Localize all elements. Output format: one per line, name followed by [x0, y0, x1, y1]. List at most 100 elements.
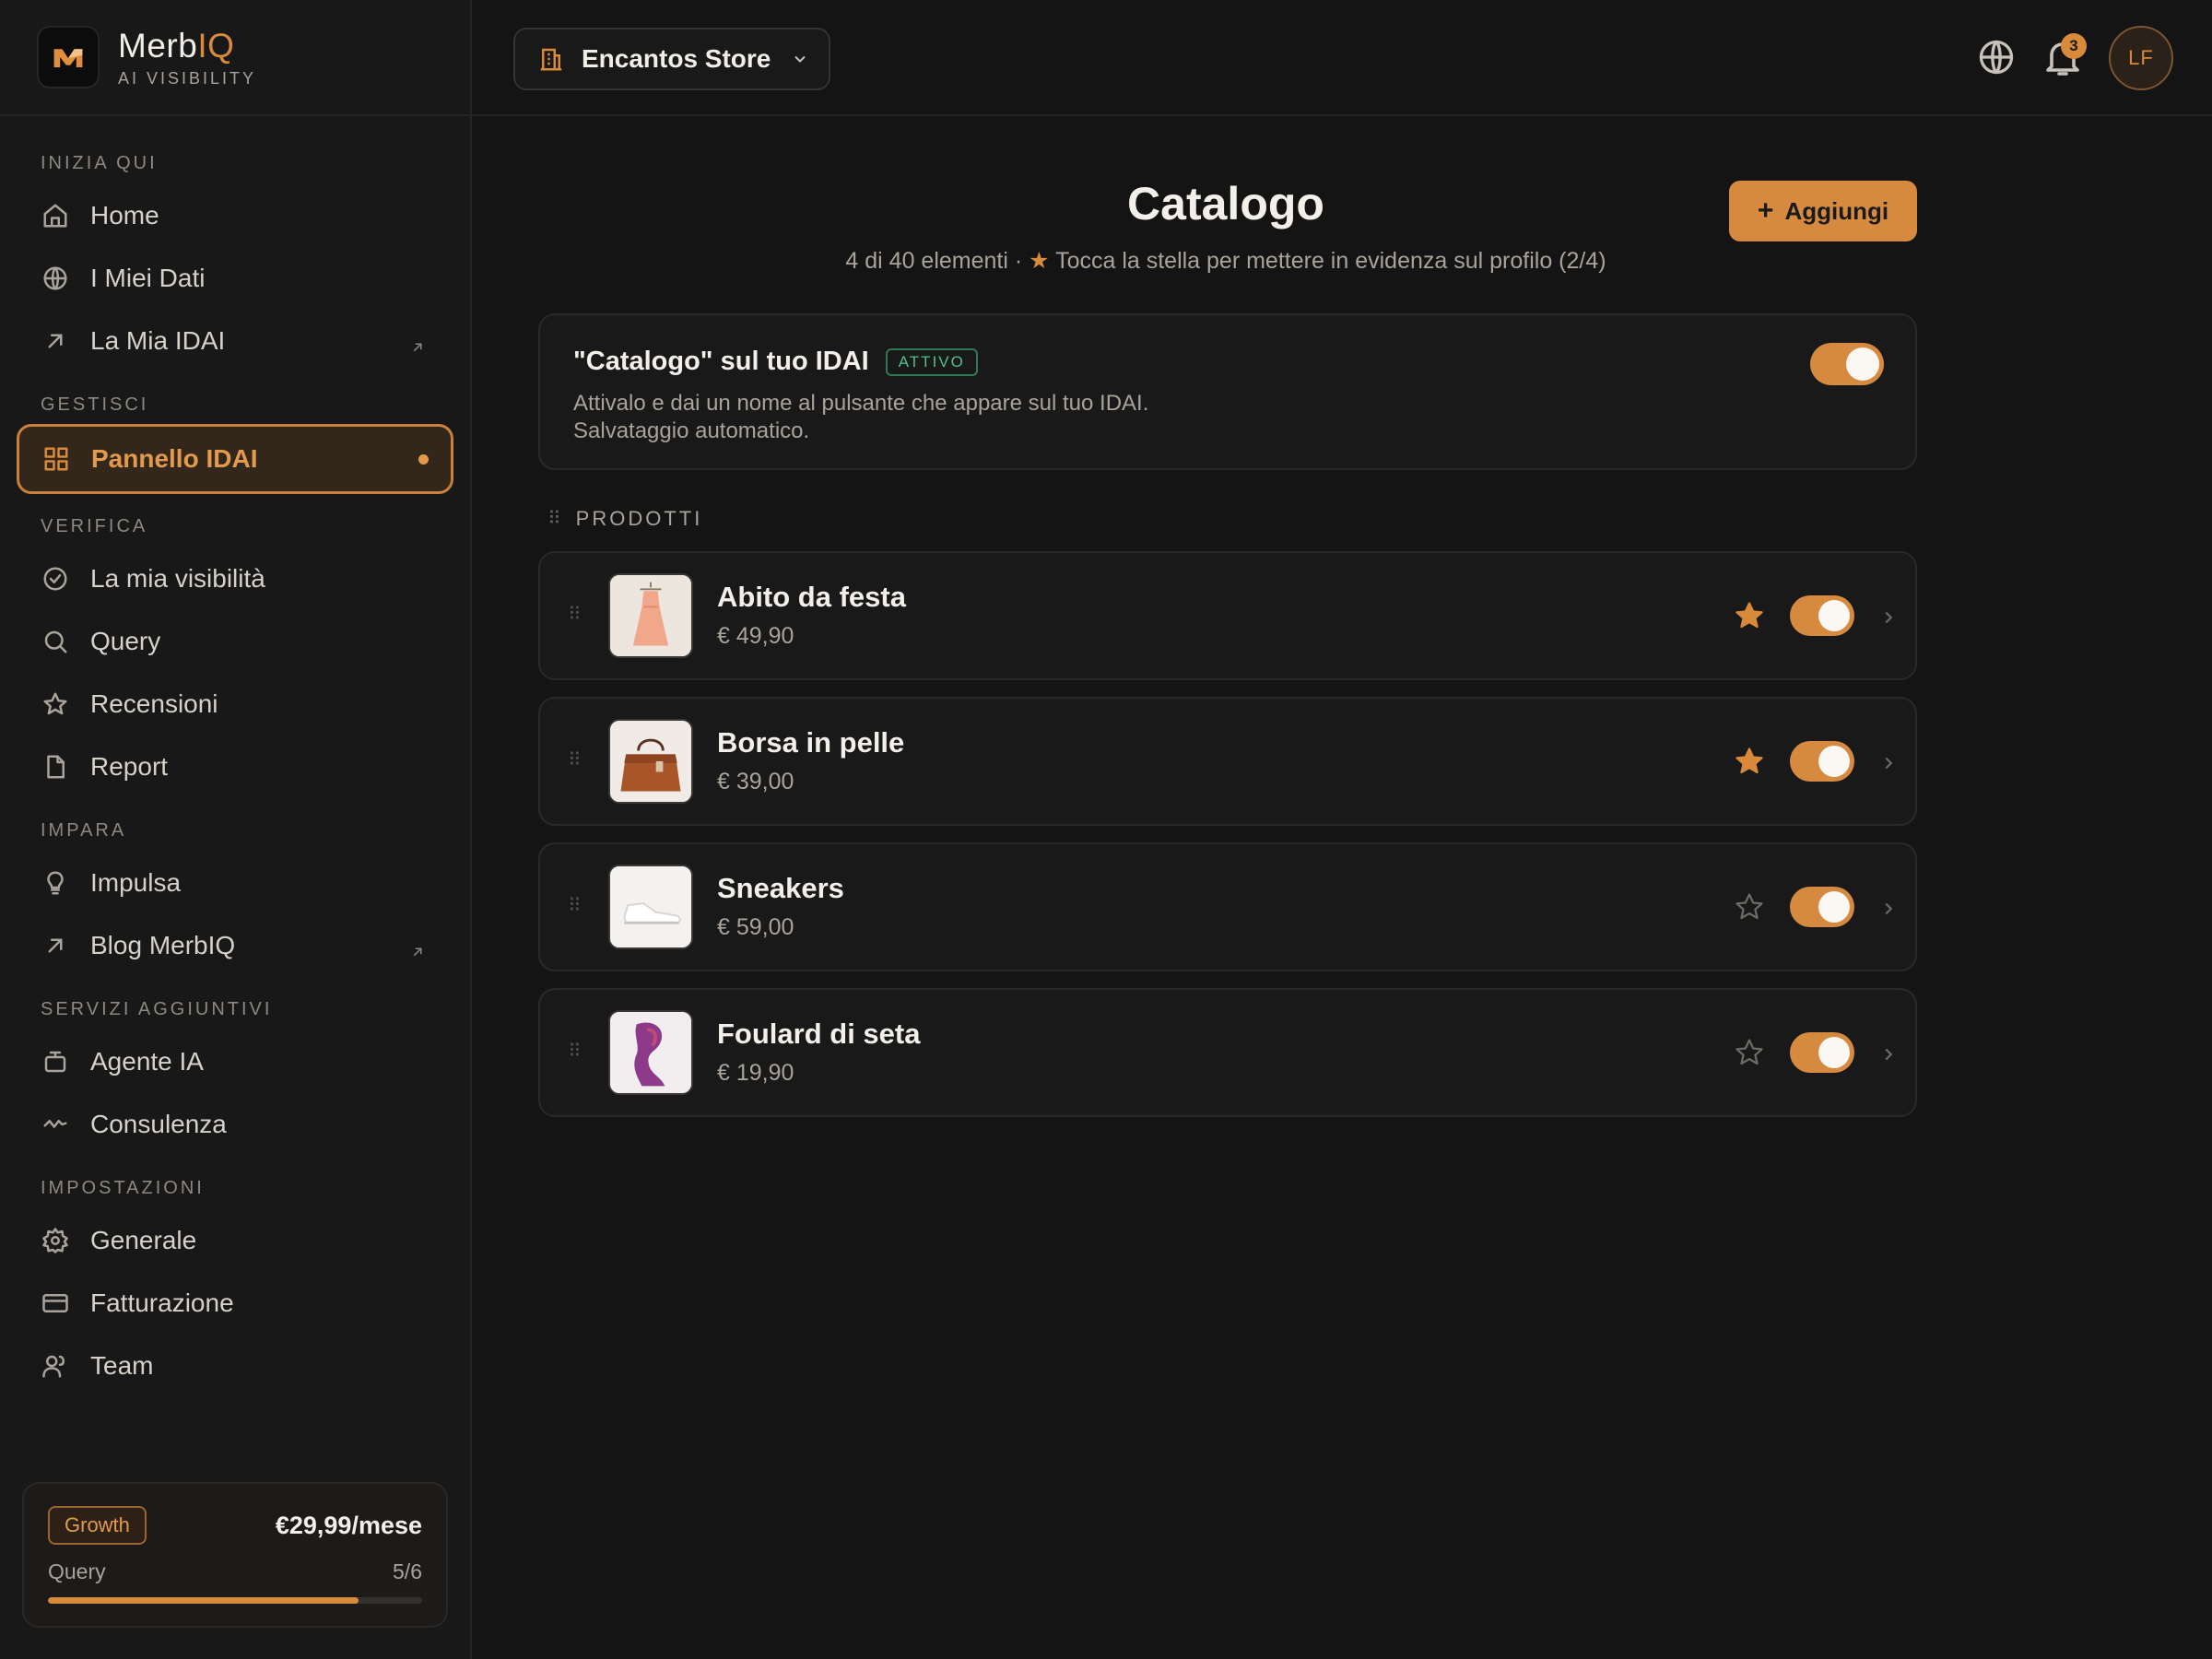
sidebar-item-recensioni[interactable]: Recensioni — [0, 673, 470, 735]
brand[interactable]: MerbIQ AI VISIBILITY — [0, 0, 470, 116]
drag-handle-icon[interactable]: ⠿ — [547, 510, 561, 528]
plan-badge: Growth — [48, 1506, 147, 1545]
product-name: Abito da festa — [717, 581, 906, 613]
sidebar-item-label: Fatturazione — [90, 1288, 234, 1317]
sidebar-item-fatturazione[interactable]: Fatturazione — [0, 1272, 470, 1335]
drag-handle-icon[interactable]: ⠿ — [568, 603, 582, 626]
product-row[interactable]: ⠿ Sneakers € 59,00 — [538, 842, 1917, 971]
sidebar-item-query[interactable]: Query — [0, 610, 470, 673]
chevron-right-icon[interactable] — [1878, 750, 1899, 776]
section-title-inizia-qui: INIZIA QUI — [41, 153, 158, 173]
page-subtitle: 4 di 40 elementi · ★ Tocca la stella per… — [737, 247, 1714, 275]
product-price: € 49,90 — [717, 623, 794, 649]
building-icon — [540, 48, 562, 71]
plus-icon: + — [1757, 195, 1774, 226]
feature-description: Attivalo e dai un nome al pulsante che a… — [573, 391, 1149, 443]
drag-handle-icon[interactable]: ⠿ — [568, 894, 582, 917]
credit-card-icon — [41, 1288, 70, 1318]
gear-icon — [41, 1226, 70, 1255]
language-globe-icon[interactable] — [1976, 37, 2017, 77]
item-count: 4 di 40 elementi · — [845, 248, 1023, 274]
avatar[interactable]: LF — [2109, 26, 2173, 90]
bot-icon — [41, 1047, 70, 1077]
chevron-right-icon[interactable] — [1878, 605, 1899, 630]
check-circle-icon — [41, 564, 70, 594]
lightbulb-icon — [41, 868, 70, 898]
sidebar-item-i-miei-dati[interactable]: I Miei Dati — [0, 247, 470, 310]
sidebar-item-label: Home — [90, 201, 159, 229]
activity-icon — [41, 1110, 70, 1139]
plan-price: €29,99/mese — [275, 1511, 422, 1539]
sidebar-item-generale[interactable]: Generale — [0, 1209, 470, 1272]
section-title-impostazioni: IMPOSTAZIONI — [41, 1178, 205, 1198]
drag-handle-icon[interactable]: ⠿ — [568, 1040, 582, 1063]
dress-image — [608, 573, 693, 658]
toggle-knob — [1818, 600, 1850, 631]
sidebar-item-label: Consulenza — [90, 1110, 227, 1138]
sidebar-item-label: Query — [90, 627, 161, 655]
product-row[interactable]: ⠿ Borsa in pelle € 39,00 — [538, 697, 1917, 826]
file-icon — [41, 752, 70, 782]
product-row[interactable]: ⠿ Foulard di seta € 19,90 — [538, 988, 1917, 1117]
search-icon — [41, 627, 70, 656]
users-icon — [41, 1351, 70, 1381]
star-icon: ★ — [1029, 248, 1050, 274]
plan-card[interactable]: Growth €29,99/mese Query 5/6 — [22, 1482, 448, 1628]
sidebar-item-pannello-idai[interactable]: Pannello IDAI — [17, 424, 453, 494]
catalog-feature-card: "Catalogo" sul tuo IDAI ATTIVO Attivalo … — [538, 313, 1917, 470]
store-selector[interactable]: Encantos Store — [513, 28, 830, 90]
globe-icon — [41, 264, 70, 293]
sidebar-item-la-mia-idai[interactable]: La Mia IDAI — [0, 310, 470, 372]
star-icon[interactable] — [1733, 745, 1766, 778]
toggle-knob — [1818, 1037, 1850, 1068]
brand-name: MerbIQ — [118, 26, 235, 65]
store-name: Encantos Store — [582, 44, 771, 73]
sidebar-item-impulsa[interactable]: Impulsa — [0, 852, 470, 914]
chevron-right-icon[interactable] — [1878, 1041, 1899, 1067]
status-badge: ATTIVO — [885, 347, 978, 376]
product-price: € 59,00 — [717, 914, 794, 940]
sidebar-item-blog-merbiq[interactable]: Blog MerbIQ — [0, 914, 470, 977]
star-icon — [41, 689, 70, 719]
product-name: Sneakers — [717, 872, 844, 904]
sidebar-item-label: Team — [90, 1351, 154, 1380]
sidebar-item-label: Generale — [90, 1226, 197, 1254]
section-title-servizi-aggiuntivi: SERVIZI AGGIUNTIVI — [41, 999, 273, 1019]
sidebar-item-la-mia-visibilita[interactable]: La mia visibilità — [0, 547, 470, 610]
sneakers-image — [608, 865, 693, 949]
grid-icon — [41, 444, 71, 474]
drag-handle-icon[interactable]: ⠿ — [568, 748, 582, 771]
section-title-gestisci: GESTISCI — [41, 394, 149, 415]
product-name: Borsa in pelle — [717, 726, 905, 759]
feature-toggle[interactable] — [1810, 343, 1884, 385]
sidebar-item-home[interactable]: Home — [0, 184, 470, 247]
sidebar-item-report[interactable]: Report — [0, 735, 470, 798]
arrow-up-right-icon — [41, 931, 70, 960]
product-toggle[interactable] — [1790, 595, 1854, 636]
plan-usage-label: Query — [48, 1559, 106, 1583]
add-button[interactable]: + Aggiungi — [1729, 181, 1917, 241]
sidebar-item-team[interactable]: Team — [0, 1335, 470, 1397]
brand-subtitle: AI VISIBILITY — [118, 68, 257, 88]
star-outline-icon[interactable] — [1733, 890, 1766, 924]
sidebar-item-agente-ia[interactable]: Agente IA — [0, 1030, 470, 1093]
products-section-label: ⠿ PRODOTTI — [547, 507, 702, 531]
toggle-knob — [1818, 891, 1850, 923]
sidebar: MerbIQ AI VISIBILITY INIZIA QUI Home I M… — [0, 0, 472, 1659]
chevron-right-icon[interactable] — [1878, 896, 1899, 922]
scarf-image — [608, 1010, 693, 1095]
product-toggle[interactable] — [1790, 1032, 1854, 1073]
product-row[interactable]: ⠿ Abito da festa € 49,90 — [538, 551, 1917, 680]
sidebar-item-label: Recensioni — [90, 689, 218, 718]
star-icon[interactable] — [1733, 599, 1766, 632]
star-outline-icon[interactable] — [1733, 1036, 1766, 1069]
product-name: Foulard di seta — [717, 1018, 921, 1050]
sidebar-item-consulenza[interactable]: Consulenza — [0, 1093, 470, 1156]
sidebar-item-label: Impulsa — [90, 868, 182, 897]
external-link-icon — [409, 333, 426, 352]
bag-image — [608, 719, 693, 804]
external-link-icon — [409, 937, 426, 957]
sidebar-item-label: Report — [90, 752, 169, 781]
product-toggle[interactable] — [1790, 741, 1854, 782]
product-toggle[interactable] — [1790, 887, 1854, 927]
